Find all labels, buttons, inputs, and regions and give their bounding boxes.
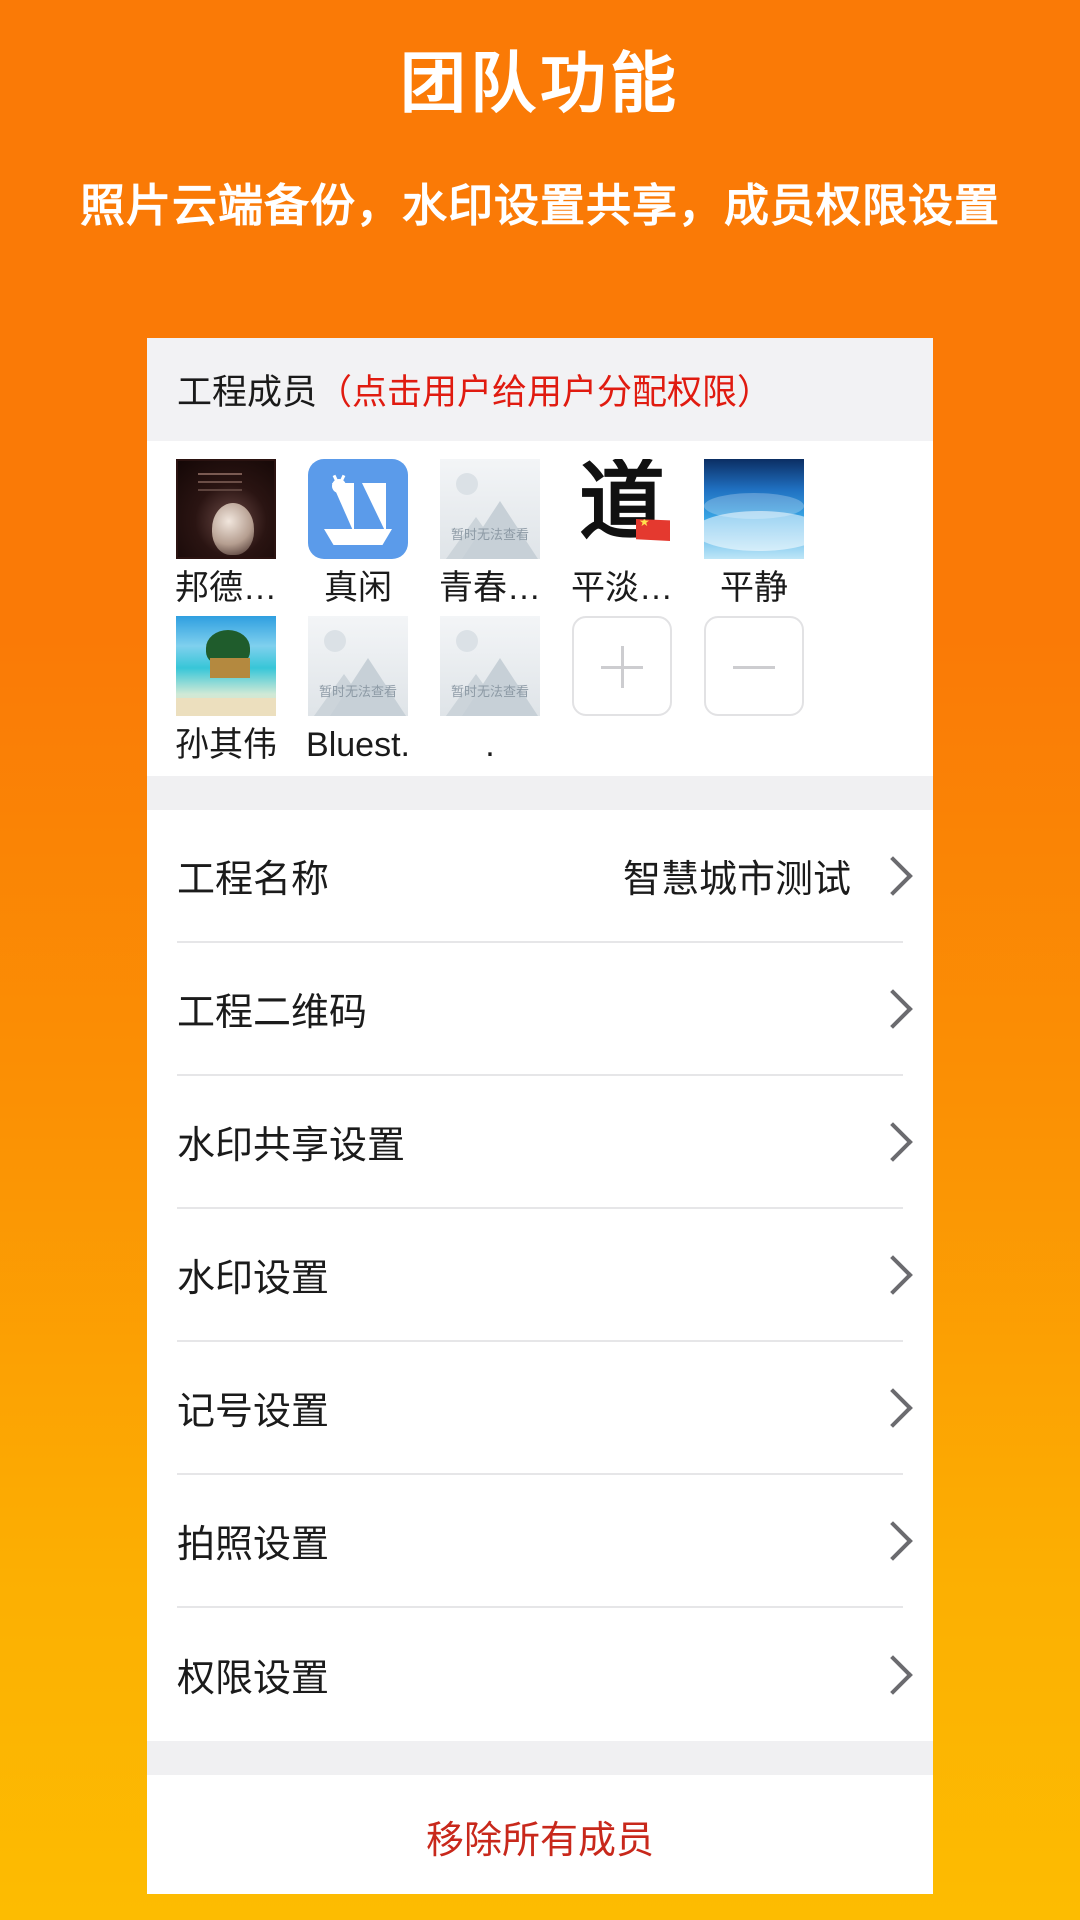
add-member-button-wrap[interactable] — [557, 610, 687, 767]
member-name: 真闲 — [324, 569, 392, 607]
chevron-right-icon — [877, 854, 903, 898]
member-name: 邦德… — [175, 569, 277, 607]
remove-member-button-wrap[interactable] — [689, 610, 819, 767]
members-section-hint: （点击用户给用户分配权限） — [317, 373, 773, 412]
placeholder-label: 暂时无法查看 — [318, 683, 397, 699]
member-item-bluest[interactable]: 暂时无法查看 Bluest. — [293, 610, 423, 767]
settings-list: 工程名称 智慧城市测试 工程二维码 水印共享设置 水印设置 记号设置 拍照设置 … — [147, 810, 933, 1741]
settings-row-permissions[interactable]: 权限设置 — [177, 1608, 903, 1741]
member-name: Bluest. — [306, 725, 410, 764]
minus-icon[interactable] — [704, 615, 804, 716]
ocean-wave-photo-icon — [704, 459, 804, 559]
beach-photo-icon — [176, 615, 276, 716]
member-item-qingchun[interactable]: 暂时无法查看 青春… — [425, 453, 555, 610]
settings-row-label: 水印设置 — [177, 1258, 330, 1300]
settings-row-label: 工程名称 — [177, 859, 330, 901]
promo-header: 团队功能 照片云端备份，水印设置共享，成员权限设置 — [0, 0, 1080, 234]
chevron-right-icon — [877, 1120, 903, 1164]
members-section-header: 工程成员（点击用户给用户分配权限） — [147, 338, 933, 441]
image-placeholder-icon: 暂时无法查看 — [308, 615, 408, 716]
sailboat-icon — [308, 459, 408, 559]
settings-row-label: 工程二维码 — [177, 992, 368, 1034]
footer-divider — [147, 1741, 933, 1775]
portrait-photo-icon — [176, 459, 276, 559]
chevron-right-icon — [877, 1253, 903, 1297]
settings-row-label: 拍照设置 — [177, 1524, 330, 1566]
member-item-sunqiwei[interactable]: 孙其伟 — [161, 610, 291, 767]
plus-icon[interactable] — [572, 615, 672, 716]
placeholder-label: 暂时无法查看 — [450, 527, 529, 542]
image-placeholder-icon: 暂时无法查看 — [440, 459, 540, 559]
settings-row-label: 权限设置 — [177, 1658, 330, 1700]
settings-row-camera[interactable]: 拍照设置 — [177, 1475, 903, 1608]
member-name: 青春… — [439, 569, 541, 607]
member-row: 孙其伟 暂时无法查看 Bluest. 暂时无法查看 . — [147, 610, 933, 767]
chevron-right-icon — [877, 1386, 903, 1430]
settings-row-project-qrcode[interactable]: 工程二维码 — [177, 943, 903, 1076]
member-item-pingdan[interactable]: 道 平淡… — [557, 453, 687, 610]
settings-row-watermark-sharing[interactable]: 水印共享设置 — [177, 1076, 903, 1209]
member-row: 邦德… 真闲 暂时无法查看 青春… 道 ★ 平淡… 平静 — [147, 453, 933, 610]
dao-calligraphy-icon: 道 — [572, 459, 672, 559]
page-title: 团队功能 — [400, 46, 680, 120]
image-placeholder-icon: 暂时无法查看 — [440, 615, 540, 716]
member-name: 平淡… — [571, 569, 673, 607]
member-item-zhenxian[interactable]: 真闲 — [293, 453, 423, 610]
chevron-right-icon — [877, 1519, 903, 1563]
member-name: 孙其伟 — [175, 725, 277, 764]
chevron-right-icon — [877, 987, 903, 1031]
phone-screen-card: 工程成员（点击用户给用户分配权限） 邦德… 真闲 暂时无法查看 青春… 道 ★ … — [147, 338, 933, 1894]
china-flag-icon — [636, 519, 670, 541]
settings-row-value: 智慧城市测试 — [622, 859, 851, 901]
remove-all-members-button[interactable]: 移除所有成员 — [147, 1775, 933, 1894]
settings-row-watermark[interactable]: 水印设置 — [177, 1209, 903, 1342]
chevron-right-icon — [877, 1653, 903, 1697]
settings-row-label: 水印共享设置 — [177, 1125, 406, 1167]
member-item-dot[interactable]: 暂时无法查看 . — [425, 610, 555, 767]
settings-row-project-name[interactable]: 工程名称 智慧城市测试 — [177, 810, 903, 943]
placeholder-label: 暂时无法查看 — [450, 683, 529, 699]
section-divider — [147, 776, 933, 810]
remove-all-members-label: 移除所有成员 — [425, 1820, 654, 1862]
members-section-title: 工程成员 — [177, 373, 318, 412]
members-grid: 邦德… 真闲 暂时无法查看 青春… 道 ★ 平淡… 平静 孙其伟 暂时无法查看 … — [147, 441, 933, 776]
settings-row-mark[interactable]: 记号设置 — [177, 1342, 903, 1475]
member-name: . — [485, 725, 495, 764]
member-item-pingjing[interactable]: 平静 — [689, 453, 819, 610]
member-item-bangde[interactable]: 邦德… — [161, 453, 291, 610]
settings-row-label: 记号设置 — [177, 1391, 330, 1433]
page-subtitle: 照片云端备份，水印设置共享，成员权限设置 — [79, 180, 1000, 232]
member-name: 平静 — [720, 569, 788, 607]
